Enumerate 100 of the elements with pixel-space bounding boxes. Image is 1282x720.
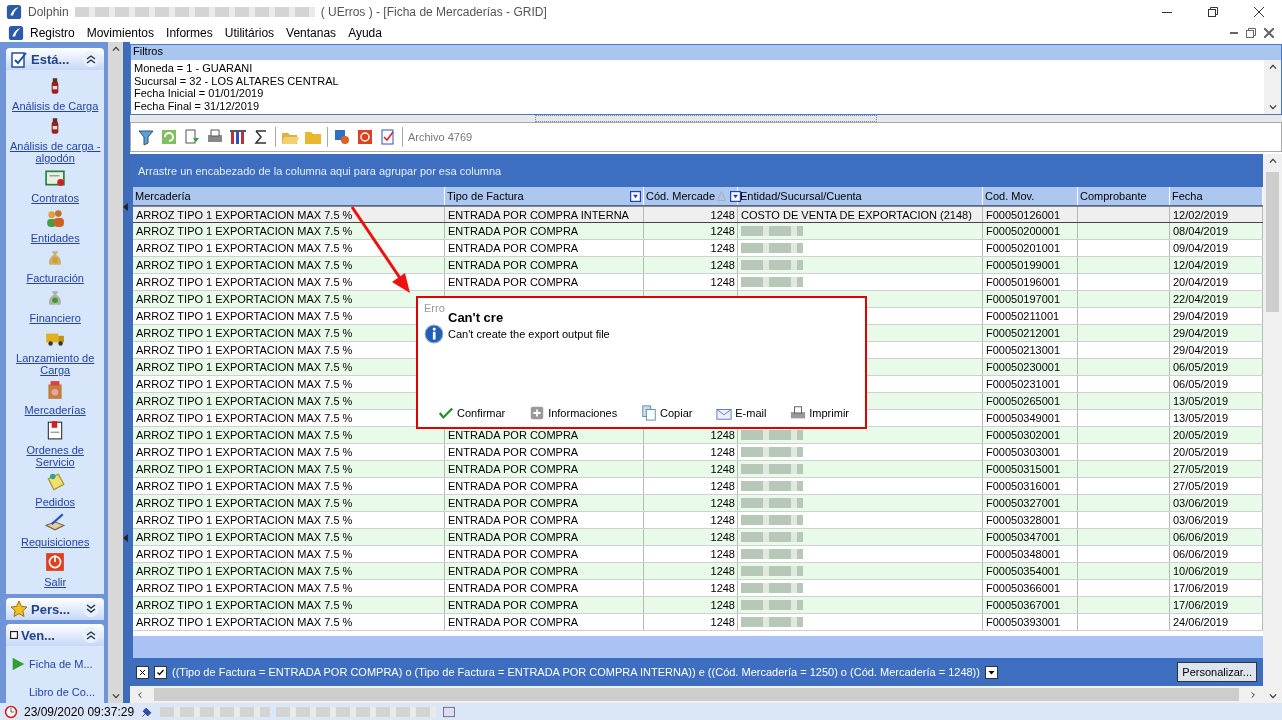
file-label: Archivo 4769 xyxy=(408,131,473,143)
table-cell-text: 1248 xyxy=(709,564,736,579)
table-cell-text: 1248 xyxy=(709,496,736,511)
table-cell-text: ARROZ TIPO 1 EXPORTACION MAX 7.5 % xyxy=(135,530,354,545)
table-cell-text: 1248 xyxy=(709,258,736,273)
table-cell-text: ENTRADA POR COMPRA xyxy=(447,258,580,273)
table-cell-text: F00050213001 xyxy=(985,343,1061,358)
table-cell-text: ARROZ TIPO 1 EXPORTACION MAX 7.5 % xyxy=(135,224,354,239)
table-cell-text: 29/04/2019 xyxy=(1172,343,1230,358)
table-cell-text: ENTRADA POR COMPRA xyxy=(447,462,580,477)
table-cell-text: F00050212001 xyxy=(985,326,1061,341)
table-cell-text: 1248 xyxy=(709,462,736,477)
table-cell-text: F00050316001 xyxy=(985,479,1061,494)
table-cell-text: ENTRADA POR COMPRA xyxy=(447,513,580,528)
filter-expression: ((Tipo de Factura = ENTRADA POR COMPRA) o (Tipo de Factura = ENTRADA POR COMPRA INTERNA)) e ((Cód. Mercadería = 1250) o (Cód. Mercadería = 1248)) xyxy=(172,666,980,678)
table-cell-text: 1248 xyxy=(709,581,736,596)
group-by-hint: Arrastre un encabezado de la columna aqui para agrupar por esa columna xyxy=(138,164,502,177)
table-cell-text: ARROZ TIPO 1 EXPORTACION MAX 7.5 % xyxy=(135,326,354,341)
table-cell-text: F00050348001 xyxy=(985,547,1061,562)
table-cell-text: ENTRADA POR COMPRA xyxy=(447,445,580,460)
table-cell-text: 10/06/2019 xyxy=(1172,564,1230,579)
table-cell-text: 03/06/2019 xyxy=(1172,513,1230,528)
table-cell-text: ARROZ TIPO 1 EXPORTACION MAX 7.5 % xyxy=(135,564,354,579)
table-cell-text: COSTO DE VENTA DE EXPORTACION (2148) xyxy=(740,207,973,222)
table-cell-text: ARROZ TIPO 1 EXPORTACION MAX 7.5 % xyxy=(135,615,354,630)
table-cell-text: 17/06/2019 xyxy=(1172,598,1230,613)
table-cell-text: 1248 xyxy=(709,513,736,528)
table-cell-text: ARROZ TIPO 1 EXPORTACION MAX 7.5 % xyxy=(135,360,354,375)
table-cell-text: F00050302001 xyxy=(985,428,1061,443)
filter-line: Fecha Final = 31/12/2019 xyxy=(134,99,261,112)
table-cell-text: F00050303001 xyxy=(985,445,1061,460)
table-cell-text: ARROZ TIPO 1 EXPORTACION MAX 7.5 % xyxy=(135,377,354,392)
table-cell-text: ARROZ TIPO 1 EXPORTACION MAX 7.5 % xyxy=(135,496,354,511)
table-cell-text: 20/05/2019 xyxy=(1172,428,1230,443)
table-cell-text: ENTRADA POR COMPRA xyxy=(447,530,580,545)
table-cell-text: 06/05/2019 xyxy=(1172,377,1230,392)
table-cell-text: ENTRADA POR COMPRA xyxy=(447,496,580,511)
table-cell-text: 13/05/2019 xyxy=(1172,394,1230,409)
table-cell-text: 12/04/2019 xyxy=(1172,258,1230,273)
table-cell-text: F00050126001 xyxy=(985,207,1061,222)
table-cell-text: ARROZ TIPO 1 EXPORTACION MAX 7.5 % xyxy=(135,394,354,409)
table-cell-text: F00050196001 xyxy=(985,275,1061,290)
table-cell-text: F00050328001 xyxy=(985,513,1061,528)
table-cell-text: ARROZ TIPO 1 EXPORTACION MAX 7.5 % xyxy=(135,343,354,358)
table-cell-text: ARROZ TIPO 1 EXPORTACION MAX 7.5 % xyxy=(135,292,354,307)
table-cell-text: 09/04/2019 xyxy=(1172,241,1230,256)
table-cell-text: F00050231001 xyxy=(985,377,1061,392)
table-cell-text: 1248 xyxy=(709,598,736,613)
table-cell-text: 1248 xyxy=(709,445,736,460)
table-cell-text: 1248 xyxy=(709,615,736,630)
table-cell-text: F00050230001 xyxy=(985,360,1061,375)
table-cell-text: ENTRADA POR COMPRA xyxy=(447,479,580,494)
table-cell-text: ENTRADA POR COMPRA xyxy=(447,581,580,596)
table-cell-text: 22/04/2019 xyxy=(1172,292,1230,307)
dialog-title: Erro xyxy=(424,302,446,314)
table-cell-text: F00050366001 xyxy=(985,581,1061,596)
table-cell-text: ARROZ TIPO 1 EXPORTACION MAX 7.5 % xyxy=(135,462,354,477)
table-cell-text: ARROZ TIPO 1 EXPORTACION MAX 7.5 % xyxy=(135,513,354,528)
window-title: ( UErros ) - [Ficha de Mercaderías - GRID] xyxy=(320,5,547,19)
table-cell-text: 13/05/2019 xyxy=(1172,411,1230,426)
table-cell-text: ARROZ TIPO 1 EXPORTACION MAX 7.5 % xyxy=(135,207,354,222)
table-cell-text: 1248 xyxy=(709,207,736,222)
table-cell-text: F00050354001 xyxy=(985,564,1061,579)
table-cell-text: 12/02/2019 xyxy=(1172,207,1230,222)
table-cell-text: ARROZ TIPO 1 EXPORTACION MAX 7.5 % xyxy=(135,428,354,443)
table-cell-text: 1248 xyxy=(709,275,736,290)
table-cell-text: 1248 xyxy=(709,547,736,562)
table-cell-text: ENTRADA POR COMPRA xyxy=(447,428,580,443)
table-cell-text: F00050200001 xyxy=(985,224,1061,239)
table-cell-text: ENTRADA POR COMPRA xyxy=(447,615,580,630)
table-cell-text: ARROZ TIPO 1 EXPORTACION MAX 7.5 % xyxy=(135,581,354,596)
table-cell-text: ARROZ TIPO 1 EXPORTACION MAX 7.5 % xyxy=(135,411,354,426)
table-cell-text: 29/04/2019 xyxy=(1172,326,1230,341)
table-cell-text: F00050349001 xyxy=(985,411,1061,426)
filter-line: Fecha Inicial = 01/01/2019 xyxy=(134,87,265,100)
table-cell-text: 29/04/2019 xyxy=(1172,309,1230,324)
panel-title: Filtros xyxy=(131,45,1281,60)
table-cell-text: ARROZ TIPO 1 EXPORTACION MAX 7.5 % xyxy=(135,547,354,562)
table-cell-text: ENTRADA POR COMPRA xyxy=(447,241,580,256)
table-cell-text: ARROZ TIPO 1 EXPORTACION MAX 7.5 % xyxy=(135,241,354,256)
table-cell-text: F00050211001 xyxy=(985,309,1061,324)
table-cell-text: 1248 xyxy=(709,241,736,256)
table-cell-text: F00050315001 xyxy=(985,462,1061,477)
table-cell-text: F00050347001 xyxy=(985,530,1061,545)
table-cell-text: F00050393001 xyxy=(985,615,1061,630)
table-cell-text: ARROZ TIPO 1 EXPORTACION MAX 7.5 % xyxy=(135,445,354,460)
table-cell-text: ARROZ TIPO 1 EXPORTACION MAX 7.5 % xyxy=(135,258,354,273)
table-cell-text: 1248 xyxy=(709,224,736,239)
dialog-message: Can't create the export output file xyxy=(448,328,610,340)
table-cell-text: F00050265001 xyxy=(985,394,1061,409)
table-cell-text: 20/04/2019 xyxy=(1172,275,1230,290)
table-cell-text: 1248 xyxy=(709,428,736,443)
table-cell-text: 1248 xyxy=(709,530,736,545)
app-name: Dolphin xyxy=(28,5,69,19)
table-cell-text: ENTRADA POR COMPRA xyxy=(447,275,580,290)
table-cell-text: ARROZ TIPO 1 EXPORTACION MAX 7.5 % xyxy=(135,479,354,494)
table-cell-text: ENTRADA POR COMPRA xyxy=(447,547,580,562)
table-cell-text: ENTRADA POR COMPRA INTERNA xyxy=(447,207,630,222)
table-cell-text: F00050367001 xyxy=(985,598,1061,613)
table-cell-text: 17/06/2019 xyxy=(1172,581,1230,596)
